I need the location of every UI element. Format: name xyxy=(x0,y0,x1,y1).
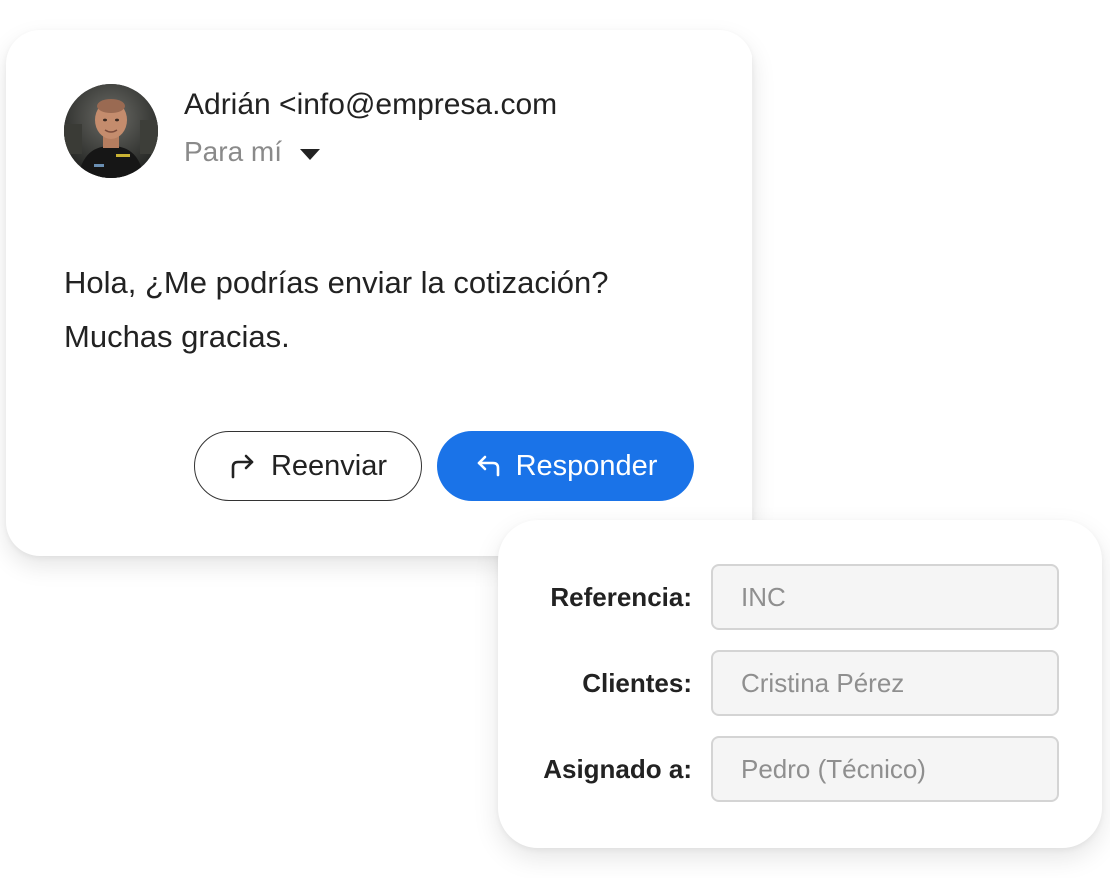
email-card: Adrián <info@empresa.com Para mí Hola, ¿… xyxy=(6,30,753,556)
avatar-photo xyxy=(64,84,158,178)
clientes-label: Clientes: xyxy=(582,668,692,698)
forward-arrow-icon xyxy=(231,454,254,479)
message-line: Hola, ¿Me podrías enviar la cotización? xyxy=(64,265,609,300)
forward-button[interactable]: Reenviar xyxy=(194,431,422,501)
asignado-input[interactable] xyxy=(711,736,1059,802)
card-divider xyxy=(752,30,753,556)
reply-button[interactable]: Responder xyxy=(437,431,694,501)
form-row-referencia: Referencia: xyxy=(498,564,1102,630)
avatar[interactable] xyxy=(64,84,158,178)
message-body: Hola, ¿Me podrías enviar la cotización? … xyxy=(64,256,608,364)
asignado-label: Asignado a: xyxy=(543,754,692,784)
message-line: Muchas gracias. xyxy=(64,319,290,354)
recipient-toggle[interactable]: Para mí xyxy=(184,136,321,168)
referencia-label: Referencia: xyxy=(550,582,692,612)
form-row-asignado: Asignado a: xyxy=(498,736,1102,802)
reply-arrow-icon xyxy=(477,455,499,477)
caret-down-icon[interactable] xyxy=(300,148,321,160)
form-row-clientes: Clientes: xyxy=(498,650,1102,716)
clientes-input[interactable] xyxy=(711,650,1059,716)
referencia-input[interactable] xyxy=(711,564,1059,630)
sender-name: Adrián <info@empresa.com xyxy=(184,88,558,121)
ticket-form-card: Referencia: Clientes: Asignado a: xyxy=(498,520,1102,848)
recipient-label: Para mí xyxy=(184,136,283,167)
forward-button-label: Reenviar xyxy=(270,449,388,482)
reply-button-label: Responder xyxy=(515,449,658,482)
stage: Adrián <info@empresa.com Para mí Hola, ¿… xyxy=(0,0,1110,878)
